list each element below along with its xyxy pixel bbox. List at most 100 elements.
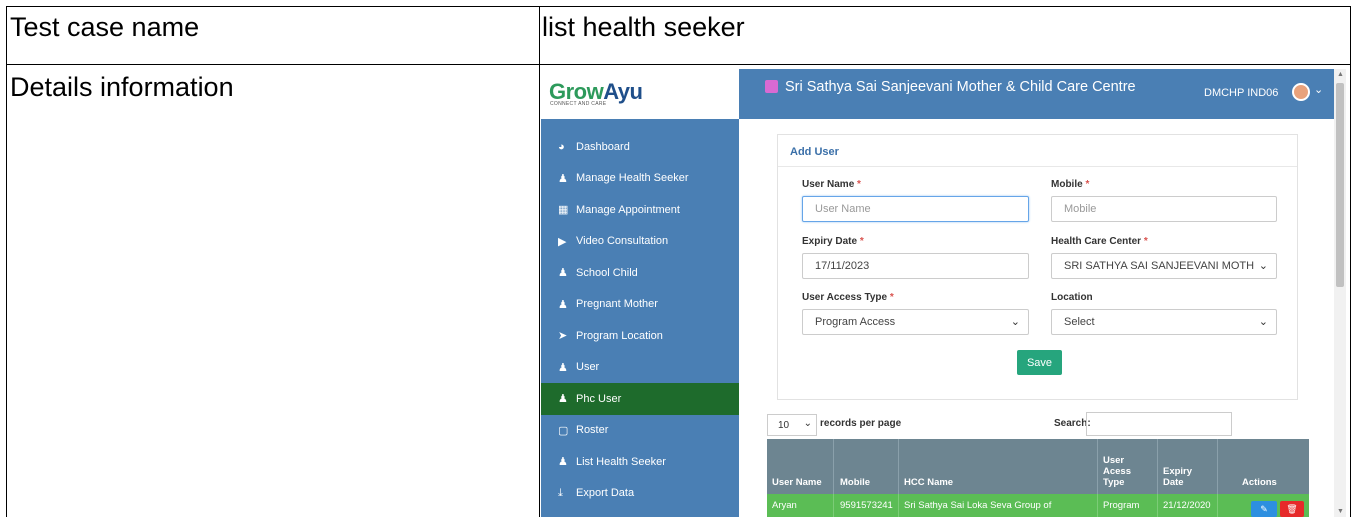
records-per-page-select[interactable]: 10 ⌄ [767,414,817,436]
sidebar-item-pregnant-mother[interactable]: ♟ Pregnant Mother [541,289,739,321]
table-cell: Program [1103,500,1140,511]
user-icon: ♟ [558,172,568,185]
user-icon: ♟ [558,393,568,406]
avatar[interactable] [1292,83,1310,101]
expiry-date-input[interactable]: 17/11/2023 [802,253,1029,279]
sidebar-item-manage-health-seeker[interactable]: ♟ Manage Health Seeker [541,163,739,195]
sidebar-item-label: Program Location [576,329,663,342]
user-icon: ♟ [558,298,568,311]
column-divider [898,494,899,517]
column-divider [1157,439,1158,494]
download-icon: ⤓ [558,486,563,499]
sidebar-item-video-consultation[interactable]: ▶ Video Consultation [541,226,739,258]
save-button[interactable]: Save [1017,350,1062,375]
sidebar-item-export-data[interactable]: ⤓ Export Data [541,478,739,510]
sidebar-item-label: Manage Health Seeker [576,172,689,185]
column-divider [1217,494,1218,517]
table-row: Aryan 9591573241 Sri Sathya Sai Loka Seva … [767,494,1309,517]
sidebar-item-program-location[interactable]: ➤ Program Location [541,320,739,352]
logo-tagline: CONNECT AND CARE [550,101,607,107]
sidebar-item-list-health-seeker[interactable]: ♟ List Health Seeker [541,446,739,478]
column-divider [833,494,834,517]
column-header[interactable]: HCC Name [904,477,953,488]
chevron-down-icon: ⌄ [803,418,812,429]
column-header[interactable]: Mobile [840,477,870,488]
column-header[interactable]: Expiry Date [1163,466,1192,488]
user-access-type-select[interactable]: Program Access ⌄ [802,309,1029,335]
user-access-type-label: User Access Type * [802,292,894,303]
health-care-center-select[interactable]: SRI SATHYA SAI SANJEEVANI MOTH ⌄ [1051,253,1277,279]
sidebar-item-user[interactable]: ♟ User [541,352,739,384]
user-icon: ♟ [558,361,568,374]
chevron-down-icon[interactable]: ⌄ [1314,83,1323,96]
scroll-up-icon[interactable]: ▲ [1337,71,1344,78]
logo-area: GrowAyu CONNECT AND CARE [541,69,739,119]
chevron-down-icon: ⌄ [1010,316,1020,328]
column-divider [1157,494,1158,517]
column-divider [1217,439,1218,494]
calendar-icon: ▦ [558,204,569,217]
sidebar-item-label: Manage Appointment [576,203,680,216]
app-screenshot: GrowAyu CONNECT AND CARE ◕ Dashboard ♟ Mana… [541,69,1346,517]
sidebar-item-label: List Health Seeker [576,455,666,468]
column-divider [1097,439,1098,494]
location-label: Location [1051,292,1093,303]
chevron-down-icon: ⌄ [1258,260,1268,272]
sidebar-item-school-child[interactable]: ♟ School Child [541,257,739,289]
sidebar-item-label: Dashboard [576,140,630,153]
top-bar: Sri Sathya Sai Sanjeevani Mother & Child… [739,69,1334,119]
scrollbar[interactable]: ▲ ▼ [1334,69,1346,517]
logo-ayu: Ayu [603,79,643,104]
location-arrow-icon: ➤ [558,330,568,343]
row-divider [7,64,1350,65]
username-input[interactable]: User Name [802,196,1029,222]
sidebar: GrowAyu CONNECT AND CARE ◕ Dashboard ♟ Mana… [541,69,739,517]
records-per-page-label: records per page [820,418,902,429]
column-header[interactable]: User Name [772,477,822,488]
chevron-down-icon: ⌄ [1258,316,1268,328]
table-cell: 9591573241 [840,500,893,511]
sidebar-item-roster[interactable]: ▢ Roster [541,415,739,447]
expiry-date-label: Expiry Date * [802,236,864,247]
card-divider [778,166,1297,167]
user-menu-label[interactable]: DMCHP IND06 [1204,87,1278,99]
page-size-value: 10 [778,419,790,431]
card-title: Add User [790,146,839,158]
mobile-label: Mobile * [1051,179,1090,190]
sidebar-item-label: School Child [576,266,638,279]
sidebar-item-dashboard[interactable]: ◕ Dashboard [541,131,739,163]
scroll-down-icon[interactable]: ▼ [1337,508,1344,515]
column-divider [833,439,834,494]
column-header[interactable]: Actions [1242,477,1277,488]
add-user-card: Add User User Name * User Name Mobile * … [777,134,1298,400]
health-care-center-label: Health Care Center * [1051,236,1148,247]
test-case-name-value: list health seeker [542,12,745,42]
page-title: Sri Sathya Sai Sanjeevani Mother & Child… [785,79,1136,95]
hospital-icon [765,80,778,93]
column-divider [1097,494,1098,517]
search-input[interactable] [1086,412,1232,436]
scrollbar-thumb[interactable] [1336,83,1344,287]
user-access-type-value: Program Access [815,316,896,328]
column-divider [898,439,899,494]
column-header[interactable]: User Acess Type [1103,455,1131,488]
sidebar-item-label: Video Consultation [576,235,669,248]
user-icon: ♟ [558,456,568,469]
table-header: User Name Mobile HCC Name User Acess Type Expi… [767,439,1309,494]
sidebar-item-label: Roster [576,424,609,437]
calendar-outline-icon: ▢ [558,424,569,437]
sidebar-item-label: User [576,361,600,374]
test-case-name-label: Test case name [10,12,200,42]
sidebar-item-label: Phc User [576,392,622,405]
mobile-input[interactable]: Mobile [1051,196,1277,222]
sidebar-item-phc-user[interactable]: ♟ Phc User [541,383,739,415]
delete-icon[interactable]: 🗑 [1280,501,1304,517]
health-care-center-value: SRI SATHYA SAI SANJEEVANI MOTH [1064,260,1255,272]
details-information-label: Details information [10,72,234,102]
edit-icon[interactable]: ✎ [1251,501,1277,517]
sidebar-item-manage-appointment[interactable]: ▦ Manage Appointment [541,194,739,226]
table-cell: Aryan [772,500,797,511]
location-select[interactable]: Select ⌄ [1051,309,1277,335]
user-icon: ♟ [558,267,568,280]
sidebar-item-label: Pregnant Mother [576,298,658,311]
